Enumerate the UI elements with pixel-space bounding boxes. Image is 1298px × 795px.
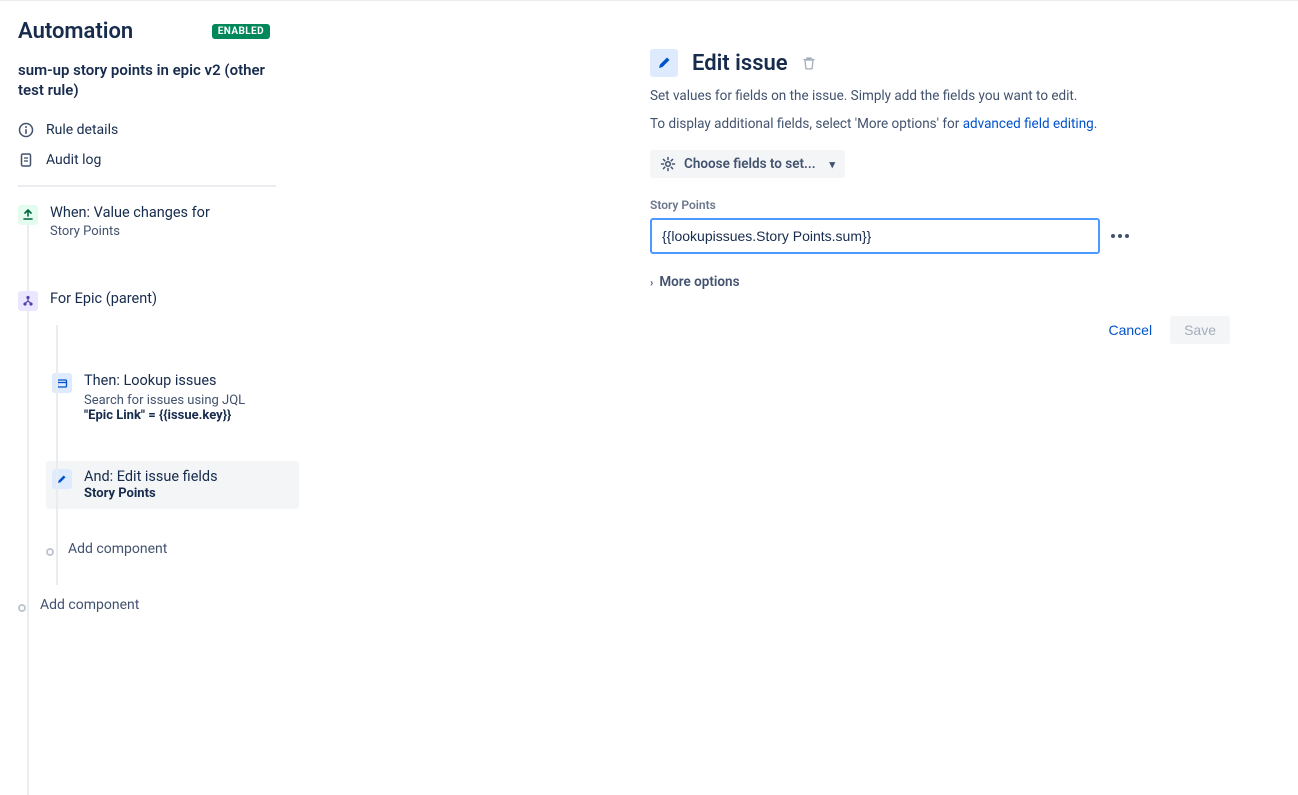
document-icon: [18, 152, 34, 168]
chevron-down-icon: ▾: [830, 158, 836, 171]
trigger-title: When: Value changes for: [50, 203, 299, 223]
rule-name: sum-up story points in epic v2 (other te…: [18, 60, 278, 101]
edit-title: And: Edit issue fields: [84, 467, 295, 487]
edit-field: Story Points: [84, 486, 295, 501]
left-sidebar: Automation ENABLED sum-up story points i…: [0, 1, 300, 642]
audit-log-link[interactable]: Audit log: [18, 145, 299, 175]
lookup-sub: Search for issues using JQL: [84, 393, 295, 408]
advanced-field-editing-link[interactable]: advanced field editing: [963, 116, 1094, 132]
panel-title: Edit issue: [692, 51, 788, 76]
story-points-input[interactable]: [650, 218, 1100, 254]
branch-title: For Epic (parent): [50, 289, 299, 309]
rule-details-link[interactable]: Rule details: [18, 115, 299, 145]
branch-node[interactable]: For Epic (parent): [18, 285, 299, 325]
add-component-outer[interactable]: Add component: [18, 597, 299, 613]
page-title: Automation: [18, 19, 133, 44]
edit-icon: [52, 469, 72, 489]
save-button[interactable]: Save: [1170, 316, 1230, 344]
choose-fields-dropdown[interactable]: Choose fields to set... ▾: [650, 150, 845, 178]
main-panel: Edit issue Set values for fields on the …: [300, 1, 1298, 642]
rule-tree: When: Value changes for Story Points For…: [18, 201, 299, 614]
more-options-label: More options: [659, 274, 739, 290]
trigger-node[interactable]: When: Value changes for Story Points: [18, 201, 299, 252]
add-component-outer-label: Add component: [40, 597, 139, 613]
audit-log-label: Audit log: [46, 152, 101, 168]
panel-description-1: Set values for fields on the issue. Simp…: [650, 87, 1230, 107]
add-dot-icon: [18, 604, 26, 612]
add-component-inner-label: Add component: [68, 541, 167, 557]
more-options-toggle[interactable]: › More options: [650, 274, 1230, 290]
rule-details-label: Rule details: [46, 122, 118, 138]
add-component-inner[interactable]: Add component: [46, 541, 299, 557]
add-dot-icon: [46, 548, 54, 556]
more-horizontal-icon: [1110, 233, 1130, 239]
chevron-right-icon: ›: [650, 276, 653, 289]
status-badge: ENABLED: [212, 24, 270, 39]
panel-description-2: To display additional fields, select 'Mo…: [650, 115, 1230, 135]
story-points-label: Story Points: [650, 198, 1230, 212]
lookup-jql: "Epic Link" = {{issue.key}}: [84, 408, 295, 423]
delete-action-button[interactable]: [802, 56, 816, 70]
divider: [18, 185, 276, 187]
edit-issue-icon: [650, 49, 678, 77]
lookup-issues-node[interactable]: Then: Lookup issues Search for issues us…: [46, 365, 299, 431]
trigger-sub: Story Points: [50, 224, 299, 239]
info-icon: [18, 122, 34, 138]
gear-icon: [660, 156, 676, 172]
cancel-button[interactable]: Cancel: [1098, 316, 1162, 344]
trigger-icon: [18, 205, 38, 225]
branch-icon: [18, 291, 38, 311]
lookup-title: Then: Lookup issues: [84, 371, 295, 391]
field-more-button[interactable]: [1110, 233, 1130, 239]
trash-icon: [802, 56, 816, 70]
choose-fields-label: Choose fields to set...: [684, 156, 816, 172]
lookup-icon: [52, 373, 72, 393]
edit-issue-node[interactable]: And: Edit issue fields Story Points: [46, 461, 299, 510]
